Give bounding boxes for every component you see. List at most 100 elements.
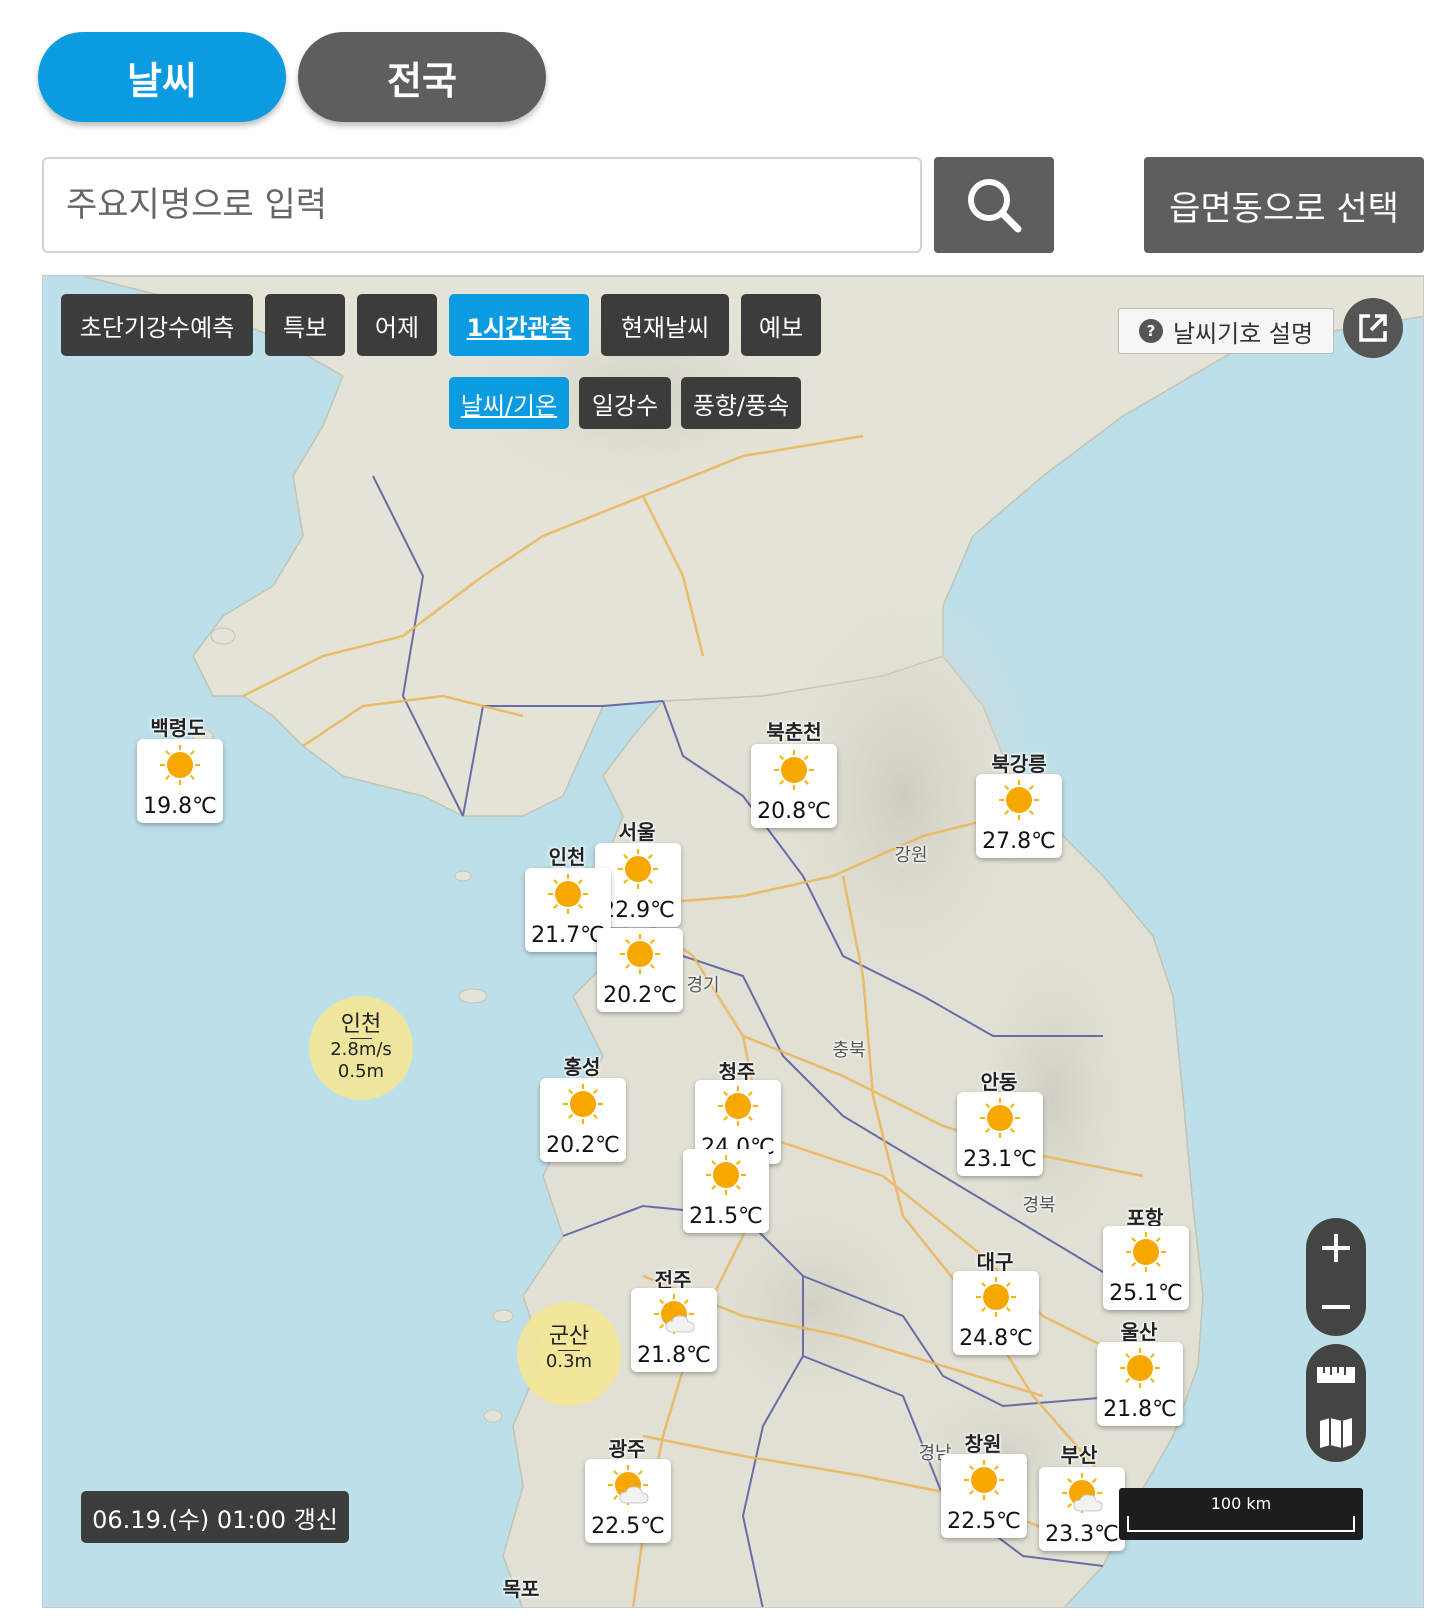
station-temp: 27.8℃ <box>982 829 1056 854</box>
station-card[interactable]: 21.8℃ <box>631 1288 717 1372</box>
sun-cloud-icon <box>608 1465 649 1505</box>
region-label: 경북 <box>1022 1195 1056 1216</box>
weather-symbol-help-button[interactable]: ? 날씨기호 설명 <box>1118 308 1334 354</box>
sub-tab-daily-rain[interactable]: 일강수 <box>579 377 671 429</box>
station-temp: 20.8℃ <box>757 799 831 824</box>
map-base <box>43 276 1423 1607</box>
emd-select-button[interactable]: 읍면동으로 선택 <box>1144 157 1424 253</box>
external-link-icon <box>1359 314 1387 342</box>
map-tab-nowcast[interactable]: 초단기강수예측 <box>61 294 253 356</box>
map-tab-current[interactable]: 현재날씨 <box>601 294 729 356</box>
station-card[interactable]: 25.1℃ <box>1103 1226 1189 1310</box>
station-name: 백령도 <box>150 716 206 740</box>
map-tools <box>1306 1344 1366 1462</box>
sun-icon <box>620 934 660 974</box>
station-temp: 23.3℃ <box>1045 1522 1119 1547</box>
station-card[interactable]: 20.8℃ <box>751 744 837 828</box>
station-temp: 19.8℃ <box>143 794 217 819</box>
tab-weather[interactable]: 날씨 <box>38 32 286 122</box>
ruler-icon <box>1317 1366 1355 1383</box>
station-temp: 24.8℃ <box>959 1326 1033 1351</box>
buoy-name: 인천 <box>340 1012 382 1037</box>
station-temp: 25.1℃ <box>1109 1281 1183 1306</box>
station-name: 인천 <box>548 845 586 869</box>
tab-nation[interactable]: 전국 <box>298 32 546 122</box>
zoom-in-button[interactable] <box>1306 1218 1366 1277</box>
buoy-marker[interactable]: 군산 0.3m <box>517 1302 621 1406</box>
open-external-button[interactable] <box>1343 298 1403 358</box>
update-timestamp: 06.19.(수) 01:00 갱신 <box>81 1491 349 1543</box>
region-label: 목포 <box>502 1577 540 1601</box>
station-name: 울산 <box>1120 1320 1158 1344</box>
buoy-wind: 2.8m/s <box>330 1039 392 1060</box>
station-card[interactable]: 23.1℃ <box>957 1092 1043 1176</box>
station-card[interactable]: 20.2℃ <box>540 1078 626 1162</box>
search-button[interactable] <box>934 157 1054 253</box>
buoy-marker[interactable]: 인천 2.8m/s 0.5m <box>309 996 413 1100</box>
buoy-name: 군산 <box>548 1324 590 1349</box>
sun-icon <box>618 849 658 889</box>
sun-icon <box>706 1155 746 1195</box>
station-card[interactable]: 24.8℃ <box>953 1271 1039 1355</box>
sun-icon <box>980 1098 1020 1138</box>
sun-cloud-icon <box>1062 1473 1103 1513</box>
sub-tab-weather-temp[interactable]: 날씨/기온 <box>449 377 569 429</box>
weather-map[interactable]: 초단기강수예측 특보 어제 1시간관측 현재날씨 예보 날씨/기온 일강수 풍향… <box>42 275 1424 1608</box>
region-label: 강원 <box>894 845 928 866</box>
sun-icon <box>563 1084 603 1124</box>
sun-icon <box>548 874 588 914</box>
station-card[interactable]: 20.2℃ <box>597 928 683 1012</box>
scale-label: 100 km <box>1210 1494 1272 1513</box>
region-label: 충북 <box>832 1040 866 1061</box>
map-tab-warning[interactable]: 특보 <box>265 294 345 356</box>
search-input[interactable] <box>42 157 922 253</box>
station-card[interactable]: 21.8℃ <box>1097 1342 1183 1426</box>
sun-icon <box>1126 1232 1166 1272</box>
station-temp: 21.5℃ <box>689 1204 763 1229</box>
buoy-wave: 0.5m <box>337 1061 385 1082</box>
sun-icon <box>999 780 1039 820</box>
station-temp: 20.2℃ <box>546 1133 620 1158</box>
sun-icon <box>964 1460 1004 1500</box>
station-temp: 23.1℃ <box>963 1147 1037 1172</box>
station-temp: 22.5℃ <box>947 1509 1021 1534</box>
help-icon: ? <box>1138 319 1163 343</box>
minus-icon <box>1322 1304 1350 1309</box>
map-icon <box>1320 1417 1352 1448</box>
station-card[interactable]: 23.3℃ <box>1039 1467 1125 1551</box>
sub-tab-wind[interactable]: 풍향/풍속 <box>681 377 801 429</box>
sun-icon <box>976 1277 1016 1317</box>
sun-cloud-icon <box>654 1294 695 1334</box>
region-label: 경기 <box>686 975 720 996</box>
station-name: 부산 <box>1060 1443 1098 1467</box>
weather-symbol-help-label: 날씨기호 설명 <box>1172 319 1314 348</box>
map-tab-yesterday[interactable]: 어제 <box>357 294 437 356</box>
sun-icon <box>1120 1348 1160 1388</box>
scale-bar: 100 km <box>1119 1488 1363 1540</box>
measure-button[interactable] <box>1306 1344 1366 1403</box>
station-card[interactable]: 27.8℃ <box>976 774 1062 858</box>
station-card[interactable]: 19.8℃ <box>137 739 223 823</box>
map-tab-forecast[interactable]: 예보 <box>741 294 821 356</box>
station-name: 광주 <box>608 1437 646 1461</box>
station-card[interactable]: 21.5℃ <box>683 1149 769 1233</box>
station-temp: 21.8℃ <box>1103 1397 1177 1422</box>
map-layer-button[interactable] <box>1306 1403 1366 1462</box>
station-name: 안동 <box>980 1070 1018 1094</box>
zoom-control <box>1306 1218 1366 1336</box>
station-temp: 20.2℃ <box>603 983 677 1008</box>
station-name: 창원 <box>964 1432 1002 1456</box>
station-card[interactable]: 22.5℃ <box>941 1454 1027 1538</box>
sun-icon <box>718 1086 758 1126</box>
map-tab-hourly-obs[interactable]: 1시간관측 <box>449 294 589 356</box>
station-name: 홍성 <box>563 1055 601 1079</box>
search-icon <box>968 179 1022 233</box>
station-temp: 21.8℃ <box>637 1343 711 1368</box>
station-name: 북춘천 <box>766 720 822 744</box>
zoom-out-button[interactable] <box>1306 1277 1366 1336</box>
plus-icon <box>1322 1233 1350 1262</box>
scale-ruler <box>1127 1516 1355 1532</box>
buoy-wave: 0.3m <box>545 1351 593 1372</box>
station-card[interactable]: 22.5℃ <box>585 1459 671 1543</box>
station-name: 북강릉 <box>991 752 1047 776</box>
